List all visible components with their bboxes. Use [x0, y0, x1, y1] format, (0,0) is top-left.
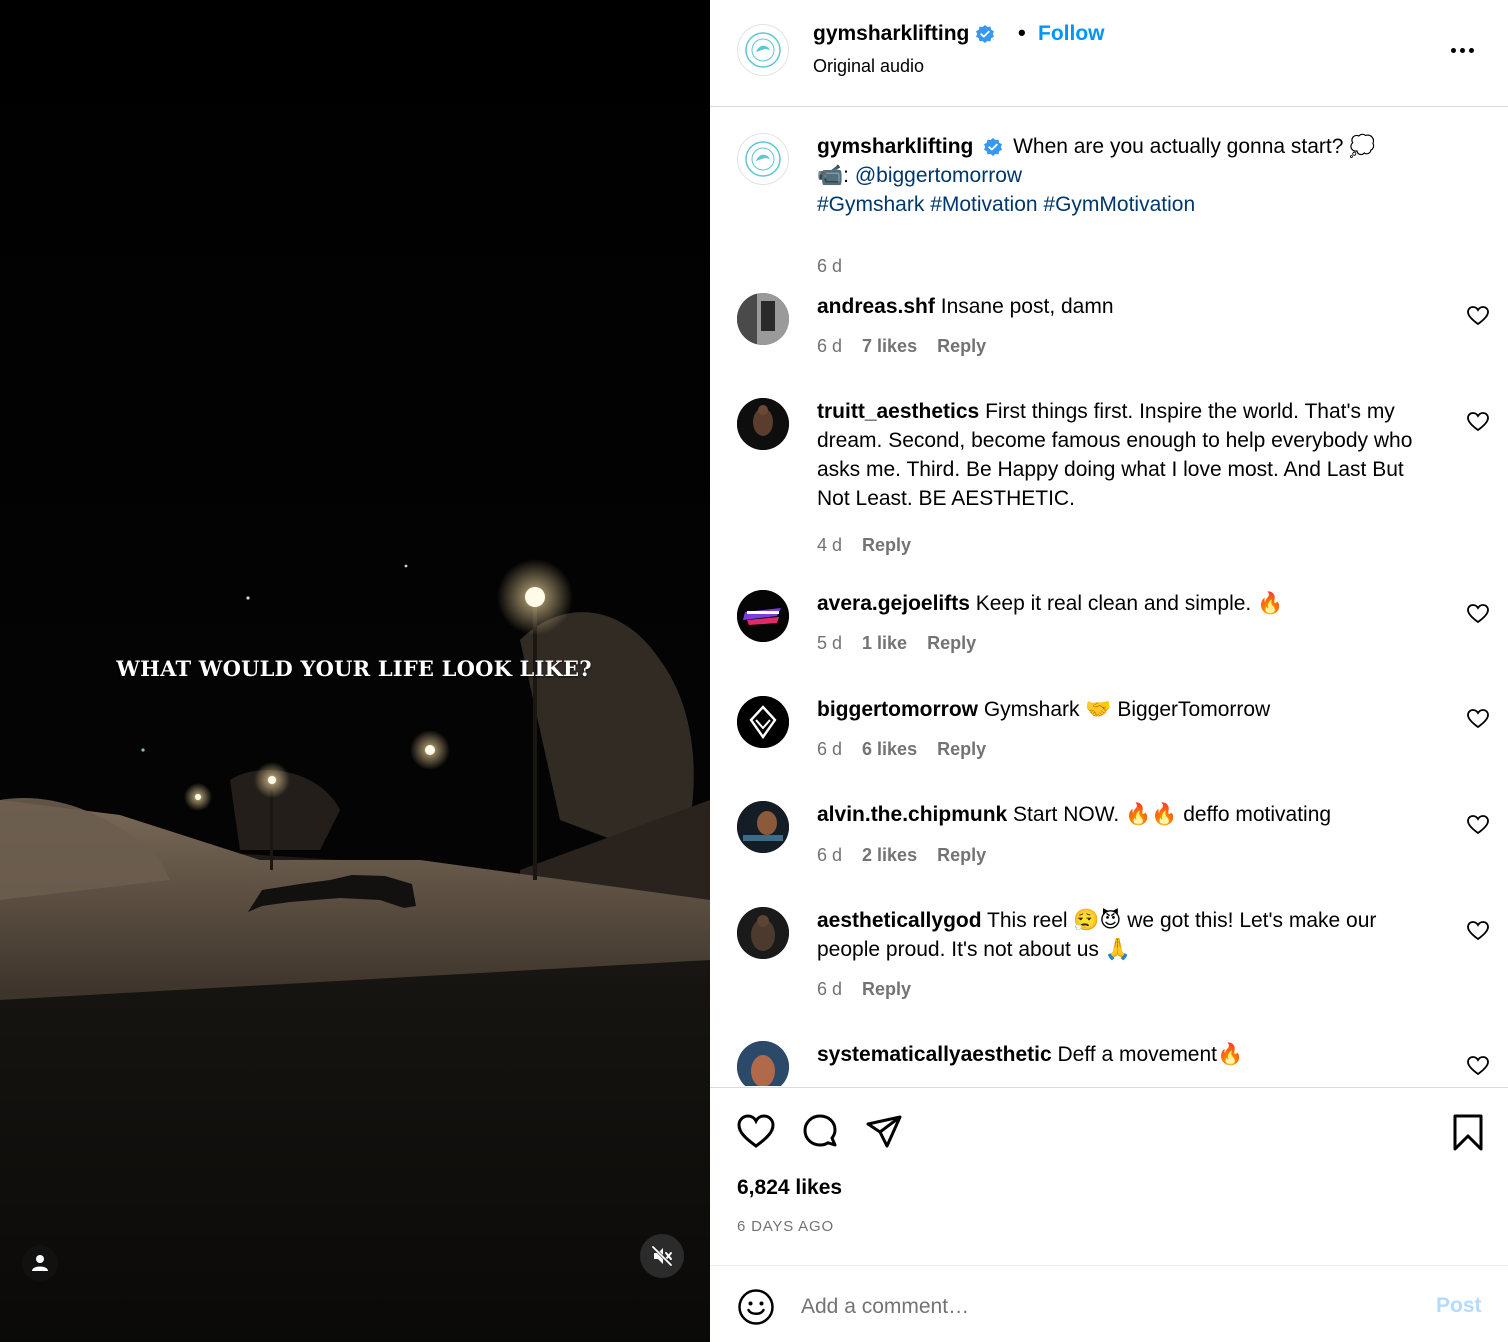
comment-time[interactable]: 6 d	[817, 336, 842, 357]
post-header: gymsharklifting • Follow Original audio	[710, 0, 1508, 107]
video-caption: WHAT WOULD YOUR LIFE LOOK LIKE?	[116, 656, 592, 681]
post-date[interactable]: 6 DAYS AGO	[737, 1218, 834, 1235]
comment-time[interactable]: 4 d	[817, 535, 842, 556]
comment-like-heart-icon[interactable]	[1466, 919, 1490, 943]
comment-like-heart-icon[interactable]	[1466, 410, 1490, 434]
verified-badge-icon	[984, 138, 1003, 157]
smiley-icon[interactable]	[737, 1288, 775, 1326]
reply-button[interactable]: Reply	[862, 979, 911, 1000]
reply-button[interactable]: Reply	[862, 535, 911, 556]
avatar-image	[737, 801, 789, 853]
comment-like-heart-icon[interactable]	[1466, 602, 1490, 626]
commenter-avatar[interactable]	[737, 801, 789, 853]
comment-username[interactable]: biggertomorrow	[817, 698, 978, 721]
reply-button[interactable]: Reply	[937, 845, 986, 866]
comment-likes[interactable]: 2 likes	[862, 845, 917, 866]
author-avatar[interactable]	[737, 24, 789, 76]
gymshark-fitness-logo	[745, 32, 781, 68]
post-actions: 6,824 likes 6 DAYS AGO	[710, 1087, 1508, 1265]
avatar-image	[737, 398, 789, 450]
reply-button[interactable]: Reply	[927, 633, 976, 654]
comment-username[interactable]: systematicallyaesthetic	[817, 1043, 1052, 1066]
reply-button[interactable]: Reply	[937, 336, 986, 357]
comment-username[interactable]: alvin.the.chipmunk	[817, 803, 1007, 826]
likes-count[interactable]: 6,824 likes	[737, 1176, 842, 1200]
avatar-image	[737, 1041, 789, 1086]
comment-time[interactable]: 5 d	[817, 633, 842, 654]
comment-username[interactable]: avera.gejoelifts	[817, 592, 970, 615]
comment-input[interactable]	[801, 1288, 1401, 1326]
comment-text: Insane post, damn	[940, 295, 1114, 318]
comment-time[interactable]: 6 d	[817, 979, 842, 1000]
reel-video[interactable]: WHAT WOULD YOUR LIFE LOOK LIKE?	[0, 0, 710, 1342]
reply-button[interactable]: Reply	[937, 739, 986, 760]
author-avatar-small[interactable]	[737, 133, 789, 185]
commenter-avatar[interactable]	[737, 398, 789, 450]
verified-badge-icon	[976, 25, 995, 43]
bigger-tomorrow-logo	[737, 696, 789, 748]
comment-username[interactable]: andreas.shf	[817, 295, 935, 318]
bookmark-icon[interactable]	[1448, 1112, 1488, 1152]
comment-like-heart-icon[interactable]	[1466, 304, 1490, 328]
comment-likes[interactable]: 7 likes	[862, 336, 917, 357]
caption-hashtags[interactable]: #Gymshark #Motivation #GymMotivation	[817, 193, 1195, 216]
post-comment-button[interactable]: Post	[1436, 1294, 1482, 1318]
comment-time[interactable]: 6 d	[817, 845, 842, 866]
caption-time[interactable]: 6 d	[817, 256, 842, 277]
caption-mention-link[interactable]: @biggertomorrow	[855, 164, 1022, 187]
comment-text: Keep it real clean and simple. 🔥	[975, 592, 1284, 615]
comment-text: Gymshark 🤝 BiggerTomorrow	[983, 698, 1271, 721]
commenter-avatar[interactable]	[737, 1041, 789, 1086]
avatar-image	[737, 293, 789, 345]
mute-toggle-button[interactable]	[640, 1234, 684, 1278]
tagged-users-button[interactable]	[22, 1245, 58, 1281]
header-separator: •	[1018, 20, 1026, 45]
add-comment-bar: Post	[710, 1265, 1508, 1342]
gymshark-fitness-logo	[745, 141, 781, 177]
comment-likes[interactable]: 1 like	[862, 633, 907, 654]
post-side-panel: gymsharklifting • Follow Original audio	[710, 0, 1508, 1342]
commenter-avatar[interactable]	[737, 590, 789, 642]
caption-username[interactable]: gymsharklifting	[817, 135, 973, 158]
comment-like-heart-icon[interactable]	[1466, 1054, 1490, 1078]
caption-credit-prefix: 📹:	[817, 164, 855, 187]
more-horizontal-icon	[1451, 47, 1474, 53]
audio-link[interactable]: Original audio	[813, 56, 924, 77]
author-username-link[interactable]: gymsharklifting	[813, 22, 995, 46]
paper-plane-icon[interactable]	[864, 1112, 904, 1152]
comment-time[interactable]: 6 d	[817, 739, 842, 760]
follow-button[interactable]: Follow	[1038, 22, 1105, 46]
comment-text: Start NOW. 🔥🔥 deffo motivating	[1013, 803, 1332, 826]
comment-bubble-icon[interactable]	[800, 1112, 840, 1152]
commenter-avatar[interactable]	[737, 293, 789, 345]
comment-text: Deff a movement🔥	[1057, 1043, 1244, 1066]
caption-text: When are you actually gonna start? 💭	[1013, 135, 1376, 158]
user-icon	[32, 1255, 48, 1271]
comments-list[interactable]: gymsharklifting When are you actually go…	[710, 108, 1508, 1086]
speaker-muted-icon	[651, 1245, 673, 1267]
comment-like-heart-icon[interactable]	[1466, 813, 1490, 837]
commenter-avatar[interactable]	[737, 907, 789, 959]
comment-username[interactable]: aestheticallygod	[817, 909, 982, 932]
comment-likes[interactable]: 6 likes	[862, 739, 917, 760]
average-joe-logo	[737, 590, 789, 642]
more-options-button[interactable]	[1451, 40, 1479, 60]
avatar-image	[737, 907, 789, 959]
heart-icon[interactable]	[736, 1112, 776, 1152]
comment-like-heart-icon[interactable]	[1466, 707, 1490, 731]
commenter-avatar[interactable]	[737, 696, 789, 748]
author-username: gymsharklifting	[813, 22, 970, 45]
comment-username[interactable]: truitt_aesthetics	[817, 400, 979, 423]
